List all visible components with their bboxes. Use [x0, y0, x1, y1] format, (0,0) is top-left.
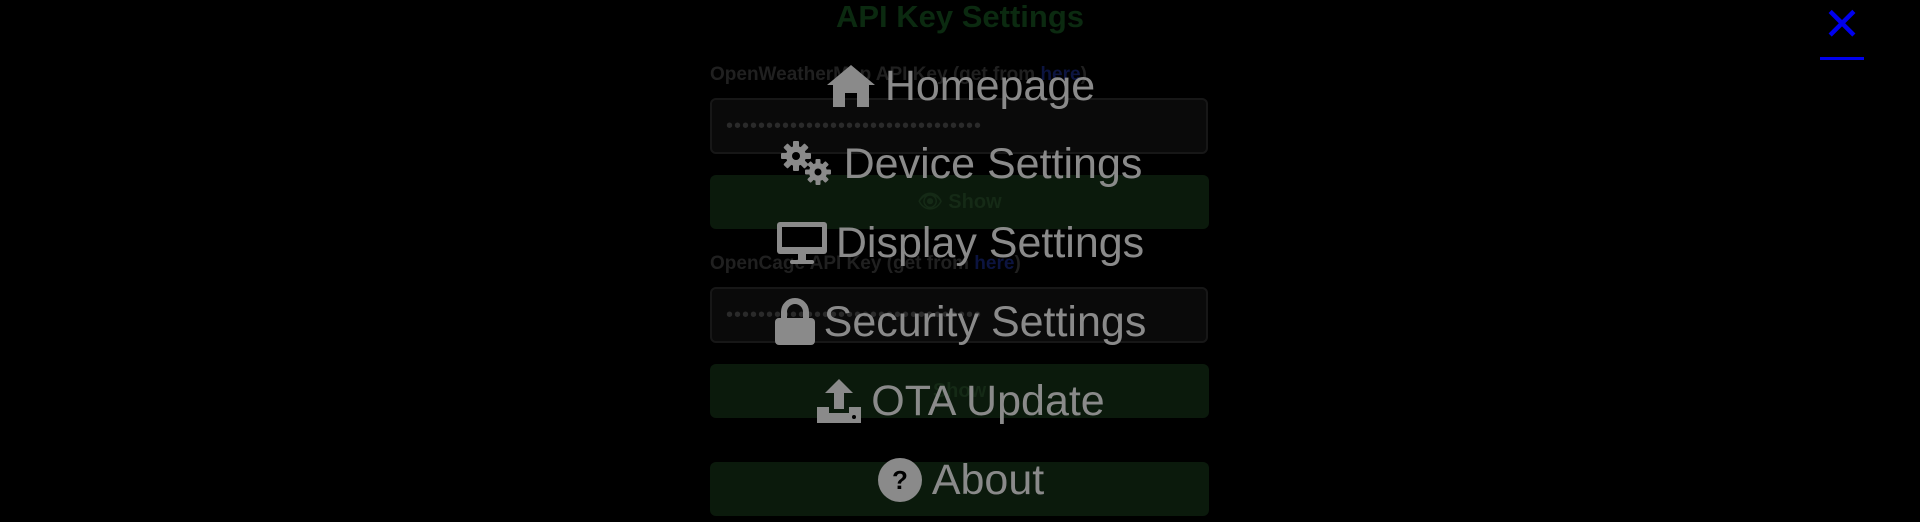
menu-item-security-settings[interactable]: Security Settings	[0, 292, 1920, 352]
gears-icon	[778, 140, 836, 188]
menu-label-ota-update: OTA Update	[871, 376, 1105, 425]
nav-overlay: ✕ Homepage Device Settings Display Setti…	[0, 0, 1920, 522]
menu-label-homepage: Homepage	[884, 61, 1096, 110]
menu-item-ota-update[interactable]: OTA Update	[0, 371, 1920, 431]
svg-text:?: ?	[892, 465, 908, 495]
menu-label-security-settings: Security Settings	[823, 297, 1147, 346]
app-page: API Key Settings OpenWeatherMap API Key …	[0, 0, 1920, 522]
menu-item-about[interactable]: ? About	[0, 450, 1920, 510]
menu-item-homepage[interactable]: Homepage	[0, 56, 1920, 116]
lock-icon	[774, 298, 816, 346]
menu-label-device-settings: Device Settings	[843, 139, 1143, 188]
monitor-icon	[776, 220, 828, 266]
menu-label-about: About	[931, 455, 1045, 504]
upload-icon	[815, 377, 863, 425]
home-icon	[825, 63, 877, 109]
menu-item-display-settings[interactable]: Display Settings	[0, 213, 1920, 273]
question-circle-icon: ?	[876, 456, 924, 504]
close-menu-button[interactable]: ✕	[1818, 0, 1866, 62]
menu-item-device-settings[interactable]: Device Settings	[0, 134, 1920, 194]
menu-label-display-settings: Display Settings	[835, 218, 1145, 267]
close-icon: ✕	[1822, 0, 1862, 50]
